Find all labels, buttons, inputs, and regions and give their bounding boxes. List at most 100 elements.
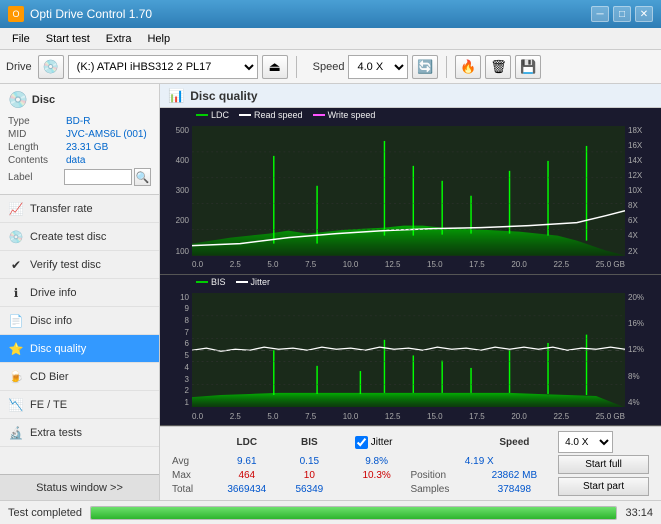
jitter-legend-label: Jitter <box>251 277 271 287</box>
samples-label: Samples <box>404 483 474 497</box>
sidebar-item-cd-bier[interactable]: 🍺 CD Bier <box>0 363 159 391</box>
bx-label-25: 25.0 GB <box>596 412 625 421</box>
burn-button[interactable]: 🔥 <box>455 55 481 79</box>
y-label-16x: 16X <box>628 141 642 150</box>
jitter-checkbox-area: Jitter <box>355 436 469 449</box>
maximize-button[interactable]: □ <box>613 6 631 22</box>
charts-area: LDC Read speed Write speed 500 400 30 <box>160 108 661 426</box>
ldc-legend-label: LDC <box>211 110 229 120</box>
read-speed-legend: Read speed <box>239 110 303 120</box>
menu-help[interactable]: Help <box>139 31 178 47</box>
refresh-button[interactable]: 🔄 <box>412 55 438 79</box>
disc-panel-header: 💿 Disc <box>8 90 151 110</box>
titlebar-title: Opti Drive Control 1.70 <box>30 7 152 21</box>
chart-header-icon: 📊 <box>168 88 184 104</box>
chart-title: Disc quality <box>190 89 257 103</box>
toolbar: Drive 💿 (K:) ATAPI iHBS312 2 PL17 ⏏ Spee… <box>0 50 661 84</box>
stats-table: LDC BIS Jitter Speed 4.0 X <box>166 430 655 497</box>
x-label-15: 15.0 <box>427 260 443 269</box>
sidebar-item-verify-test-disc[interactable]: ✔ Verify test disc <box>0 251 159 279</box>
close-button[interactable]: ✕ <box>635 6 653 22</box>
bottom-chart: BIS Jitter 10 9 8 7 6 5 4 3 <box>160 275 661 426</box>
menu-file[interactable]: File <box>4 31 38 47</box>
jitter-legend-dot <box>236 281 248 283</box>
position-value: 23862 MB <box>475 468 554 482</box>
sidebar-item-drive-info[interactable]: ℹ Drive info <box>0 279 159 307</box>
by-label-9: 9 <box>185 304 189 313</box>
extra-tests-label: Extra tests <box>30 427 82 439</box>
type-label: Type <box>8 116 66 127</box>
bottom-chart-y-axis-left: 10 9 8 7 6 5 4 3 2 1 <box>160 293 192 407</box>
disc-type-row: Type BD-R <box>8 116 151 127</box>
by-label-16pct: 16% <box>628 319 644 328</box>
titlebar-controls: ─ □ ✕ <box>591 6 653 22</box>
samples-value: 378498 <box>475 483 554 497</box>
stats-speed-select[interactable]: 4.0 X <box>558 431 613 453</box>
max-jitter-value: 10.3% <box>349 468 405 482</box>
sidebar-item-disc-quality[interactable]: ⭐ Disc quality <box>0 335 159 363</box>
bx-label-20: 20.0 <box>511 412 527 421</box>
x-label-17-5: 17.5 <box>469 260 485 269</box>
minimize-button[interactable]: ─ <box>591 6 609 22</box>
content-area: 📊 Disc quality LDC Read speed <box>160 84 661 500</box>
y-label-18x: 18X <box>628 126 642 135</box>
speed-label: Speed <box>313 61 345 73</box>
verify-test-disc-icon: ✔ <box>8 258 24 272</box>
sidebar-item-disc-info[interactable]: 📄 Disc info <box>0 307 159 335</box>
by-label-10: 10 <box>180 293 189 302</box>
app-icon: O <box>8 6 24 22</box>
menu-start-test[interactable]: Start test <box>38 31 98 47</box>
label-input[interactable] <box>64 169 132 185</box>
titlebar: O Opti Drive Control 1.70 ─ □ ✕ <box>0 0 661 28</box>
save-button[interactable]: 💾 <box>515 55 541 79</box>
top-chart: LDC Read speed Write speed 500 400 30 <box>160 108 661 275</box>
col-header-ldc: LDC <box>212 430 282 454</box>
menu-extra[interactable]: Extra <box>98 31 140 47</box>
bottom-controls: LDC BIS Jitter Speed 4.0 X <box>160 426 661 500</box>
y-label-2x: 2X <box>628 247 638 256</box>
col-header-bis: BIS <box>282 430 337 454</box>
bottom-chart-svg <box>192 293 625 407</box>
by-label-4: 4 <box>185 363 189 372</box>
mid-label: MID <box>8 129 66 140</box>
nav-items: 📈 Transfer rate 💿 Create test disc ✔ Ver… <box>0 195 159 474</box>
speed-select[interactable]: 4.0 X <box>348 55 408 79</box>
x-label-2-5: 2.5 <box>230 260 241 269</box>
contents-value: data <box>66 155 85 166</box>
by-label-8: 8 <box>185 316 189 325</box>
ldc-legend: LDC <box>196 110 229 120</box>
x-label-5: 5.0 <box>267 260 278 269</box>
start-part-button[interactable]: Start part <box>558 477 649 496</box>
drive-icon-button[interactable]: 💿 <box>38 55 64 79</box>
sidebar-item-fe-te[interactable]: 📉 FE / TE <box>0 391 159 419</box>
avg-jitter-value: 9.8% <box>349 454 405 468</box>
drive-info-icon: ℹ <box>8 286 24 300</box>
erase-button[interactable]: 🗑 <box>485 55 511 79</box>
bis-legend-label: BIS <box>211 277 226 287</box>
avg-row-label: Avg <box>166 454 212 468</box>
fe-te-icon: 📉 <box>8 398 24 412</box>
jitter-checkbox[interactable] <box>355 436 368 449</box>
max-bis-value: 10 <box>282 468 337 482</box>
disc-mid-row: MID JVC-AMS6L (001) <box>8 129 151 140</box>
sidebar-item-extra-tests[interactable]: 🔬 Extra tests <box>0 419 159 447</box>
transfer-rate-label: Transfer rate <box>30 203 93 215</box>
y-label-4x: 4X <box>628 231 638 240</box>
cd-bier-label: CD Bier <box>30 371 69 383</box>
sidebar: 💿 Disc Type BD-R MID JVC-AMS6L (001) Len… <box>0 84 160 500</box>
y-label-12x: 12X <box>628 171 642 180</box>
start-full-button[interactable]: Start full <box>558 455 649 474</box>
titlebar-left: O Opti Drive Control 1.70 <box>8 6 152 22</box>
y-label-300: 300 <box>176 186 189 195</box>
eject-button[interactable]: ⏏ <box>262 55 288 79</box>
by-label-4pct: 4% <box>628 398 640 407</box>
label-browse-button[interactable]: 🔍 <box>134 168 151 186</box>
status-window-button[interactable]: Status window >> <box>0 474 159 500</box>
disc-info-label: Disc info <box>30 315 72 327</box>
sidebar-item-transfer-rate[interactable]: 📈 Transfer rate <box>0 195 159 223</box>
top-chart-canvas <box>192 126 625 256</box>
sidebar-item-create-test-disc[interactable]: 💿 Create test disc <box>0 223 159 251</box>
y-label-400: 400 <box>176 156 189 165</box>
drive-select[interactable]: (K:) ATAPI iHBS312 2 PL17 <box>68 55 258 79</box>
drive-label: Drive <box>6 61 32 73</box>
